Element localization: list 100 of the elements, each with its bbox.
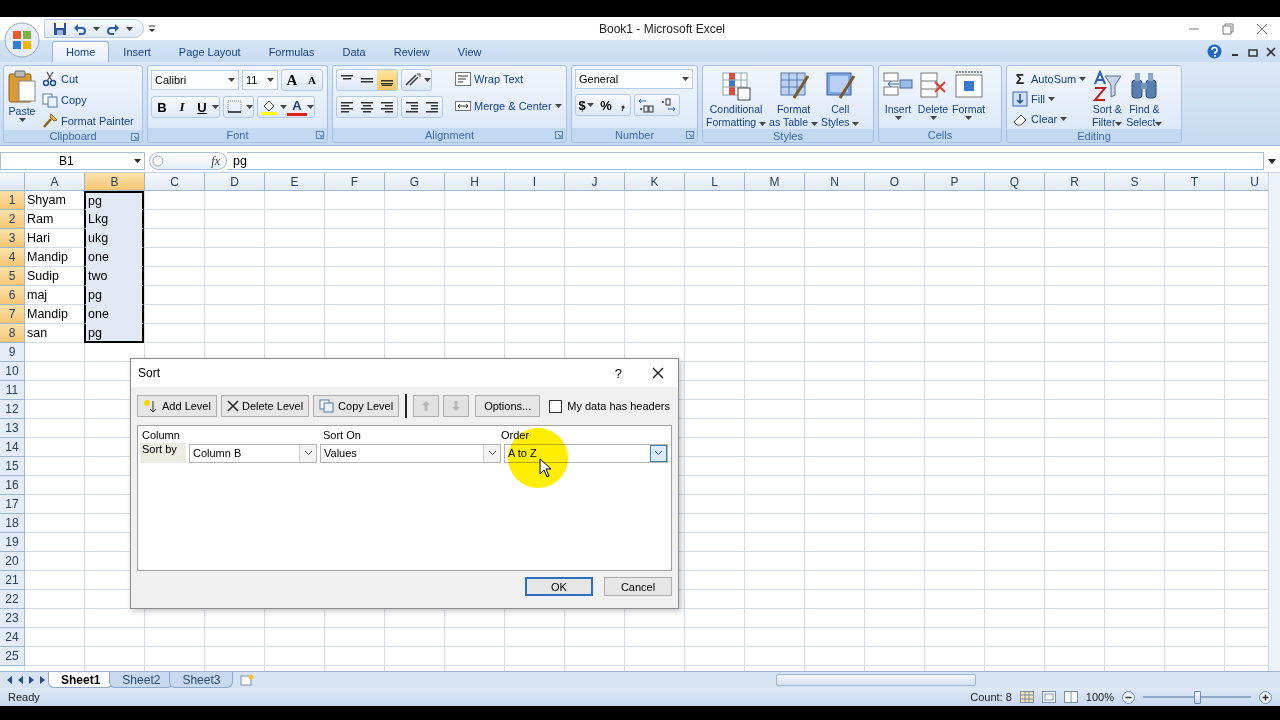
row-header[interactable]: 15 xyxy=(0,457,25,476)
cell[interactable]: ukg xyxy=(84,229,144,248)
column-header[interactable]: L xyxy=(685,173,745,191)
zoom-in-icon[interactable] xyxy=(1259,690,1272,704)
column-header[interactable]: Q xyxy=(985,173,1045,191)
increase-decimal-icon[interactable] xyxy=(637,97,655,113)
delete-level-button[interactable]: Delete Level xyxy=(220,395,310,417)
cell[interactable]: Lkg xyxy=(84,210,144,229)
formula-field[interactable]: pg xyxy=(227,152,1264,170)
row-header[interactable]: 10 xyxy=(0,362,25,381)
row-header[interactable]: 21 xyxy=(0,571,25,590)
column-header[interactable]: N xyxy=(805,173,865,191)
decrease-decimal-icon[interactable] xyxy=(659,97,677,113)
cell[interactable]: Hari xyxy=(25,229,85,248)
dialog-launcher-icon[interactable] xyxy=(555,131,563,139)
office-button[interactable] xyxy=(4,21,40,58)
cell[interactable]: pg xyxy=(84,286,144,305)
row-header[interactable]: 9 xyxy=(0,343,25,362)
zoom-out-icon[interactable] xyxy=(1122,690,1135,704)
column-header[interactable]: M xyxy=(745,173,805,191)
borders-icon[interactable] xyxy=(227,100,243,114)
column-select[interactable]: Column B xyxy=(189,443,317,463)
bottom-align-button[interactable] xyxy=(377,70,397,90)
italic-button[interactable]: I xyxy=(172,97,192,117)
ribbon-tab[interactable]: View xyxy=(443,41,496,62)
sort-filter-button[interactable]: Sort & Filter xyxy=(1091,69,1124,129)
row-header[interactable]: 4 xyxy=(0,248,25,267)
row-header[interactable]: 13 xyxy=(0,419,25,438)
ribbon-tab[interactable]: Review xyxy=(379,41,444,62)
column-header[interactable]: K xyxy=(625,173,685,191)
format-as-table-button[interactable]: Format as Table xyxy=(769,69,818,129)
row-header[interactable]: 20 xyxy=(0,552,25,571)
column-header[interactable]: F xyxy=(325,173,385,191)
column-header[interactable]: R xyxy=(1045,173,1105,191)
cell[interactable]: one xyxy=(84,305,144,324)
row-header[interactable]: 17 xyxy=(0,495,25,514)
sheet-tab[interactable]: Sheet3 xyxy=(169,672,234,688)
ribbon-tab[interactable]: Data xyxy=(328,41,380,62)
cell[interactable]: Sudip xyxy=(25,267,85,286)
cell[interactable]: Ram xyxy=(25,210,85,229)
fill-button[interactable]: Fill xyxy=(1010,89,1089,108)
ok-button[interactable]: OK xyxy=(525,577,593,596)
row-header[interactable]: 12 xyxy=(0,400,25,419)
column-header[interactable]: C xyxy=(145,173,205,191)
column-header[interactable]: J xyxy=(565,173,625,191)
page-break-icon[interactable] xyxy=(1063,691,1078,703)
clear-button[interactable]: Clear xyxy=(1010,109,1089,128)
column-header[interactable]: T xyxy=(1165,173,1225,191)
close-icon[interactable] xyxy=(1266,46,1276,57)
cancel-button[interactable]: Cancel xyxy=(604,577,672,596)
checkbox[interactable] xyxy=(549,399,563,413)
normal-view-icon[interactable] xyxy=(1019,691,1034,703)
column-header[interactable]: H xyxy=(445,173,505,191)
shrink-font-button[interactable]: A xyxy=(302,70,322,90)
orientation-icon[interactable] xyxy=(404,73,422,87)
cell[interactable]: Shyam xyxy=(25,191,85,210)
format-button[interactable]: Format xyxy=(952,69,986,121)
help-button[interactable]: ? xyxy=(614,365,622,381)
ribbon-tab[interactable]: Insert xyxy=(109,41,165,62)
merge-center-button[interactable]: Merge & Center xyxy=(453,96,564,115)
options-button[interactable]: Options... xyxy=(475,395,541,417)
scroll-thumb[interactable] xyxy=(776,674,976,686)
cell[interactable]: maj xyxy=(25,286,85,305)
help-icon[interactable] xyxy=(1207,44,1222,59)
row-header[interactable]: 11 xyxy=(0,381,25,400)
cell-styles-button[interactable]: Cell Styles xyxy=(820,69,860,129)
column-header[interactable]: P xyxy=(925,173,985,191)
column-header[interactable]: E xyxy=(265,173,325,191)
zoom-thumb[interactable] xyxy=(1194,690,1201,704)
sort-on-select[interactable]: Values xyxy=(320,443,501,463)
cell[interactable]: pg xyxy=(84,191,144,210)
dialog-launcher-icon[interactable] xyxy=(686,131,694,139)
column-header[interactable]: I xyxy=(505,173,565,191)
customize-icon[interactable] xyxy=(148,24,156,33)
redo-icon[interactable] xyxy=(106,22,120,35)
row-header[interactable]: 1 xyxy=(0,191,25,210)
delete-button[interactable]: Delete xyxy=(917,69,949,121)
format-painter-button[interactable]: Format Painter xyxy=(40,111,136,130)
row-header[interactable]: 5 xyxy=(0,267,25,286)
underline-button[interactable]: U xyxy=(192,97,212,117)
wrap-text-button[interactable]: Wrap Text xyxy=(453,69,564,88)
row-header[interactable]: 24 xyxy=(0,628,25,647)
dialog-launcher-icon[interactable] xyxy=(131,133,139,141)
cell[interactable]: pg xyxy=(84,324,144,343)
column-header[interactable]: G xyxy=(385,173,445,191)
row-header[interactable]: 22 xyxy=(0,590,25,609)
add-level-button[interactable]: Add Level xyxy=(137,395,217,417)
paste-button[interactable]: Paste xyxy=(7,69,37,123)
save-icon[interactable] xyxy=(53,21,67,36)
column-header[interactable]: U xyxy=(1225,173,1268,191)
row-header[interactable]: 25 xyxy=(0,647,25,666)
autosum-button[interactable]: Σ AutoSum xyxy=(1010,69,1089,88)
fill-color-icon[interactable] xyxy=(260,99,278,115)
column-header[interactable]: A xyxy=(25,173,85,191)
close-icon[interactable] xyxy=(652,367,664,379)
row-header[interactable]: 16 xyxy=(0,476,25,495)
row-header[interactable]: 2 xyxy=(0,210,25,229)
cell[interactable]: san xyxy=(25,324,85,343)
row-header[interactable]: 14 xyxy=(0,438,25,457)
undo-icon[interactable] xyxy=(73,22,87,35)
